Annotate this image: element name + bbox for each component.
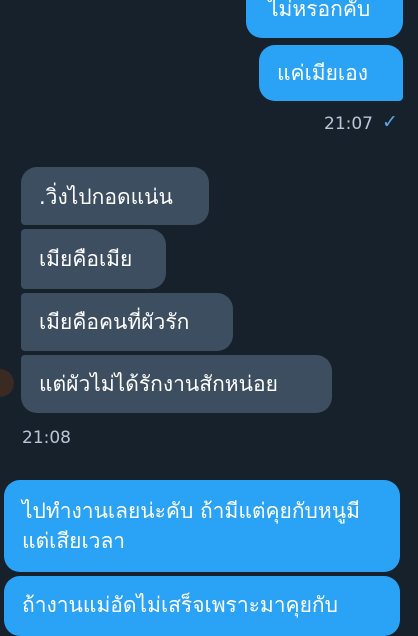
message-text: เมียคือคนที่ผัวรัก — [39, 310, 190, 334]
message-text: ถ้างานแม่อัดไม่เสร็จเพราะมาคุยกับ — [22, 593, 338, 617]
incoming-message[interactable]: .วิ่งไปกอดแน่น — [21, 167, 209, 225]
message-timestamp: 21:08 — [22, 428, 71, 448]
message-text: เมียคือเมีย — [39, 247, 133, 271]
outgoing-message[interactable]: ถ้างานแม่อัดไม่เสร็จเพราะมาคุยกับ — [4, 576, 400, 636]
message-text: ไม่หรอกคับ — [268, 0, 371, 21]
incoming-message[interactable]: แต่ผัวไม่ได้รักงานสักหน่อย — [21, 355, 332, 413]
incoming-message[interactable]: เมียคือเมีย — [21, 229, 166, 289]
outgoing-message[interactable]: ไปทำงานเลยน่ะคับ ถ้ามีแต่คุยกับหนูมีแต่เ… — [4, 480, 400, 572]
message-text: แค่เมียเอง — [277, 61, 368, 85]
message-text: ไปทำงานเลยน่ะคับ ถ้ามีแต่คุยกับหนูมีแต่เ… — [22, 499, 360, 553]
incoming-message[interactable]: เมียคือคนที่ผัวรัก — [21, 293, 233, 351]
outgoing-message[interactable]: ไม่หรอกคับ — [246, 0, 403, 38]
check-icon: ✓ — [382, 111, 398, 133]
outgoing-message[interactable]: แค่เมียเอง — [259, 45, 403, 101]
message-text: แต่ผัวไม่ได้รักงานสักหน่อย — [39, 372, 278, 396]
message-text: .วิ่งไปกอดแน่น — [39, 185, 173, 209]
avatar[interactable] — [0, 369, 14, 397]
message-timestamp: 21:07 — [324, 114, 373, 134]
